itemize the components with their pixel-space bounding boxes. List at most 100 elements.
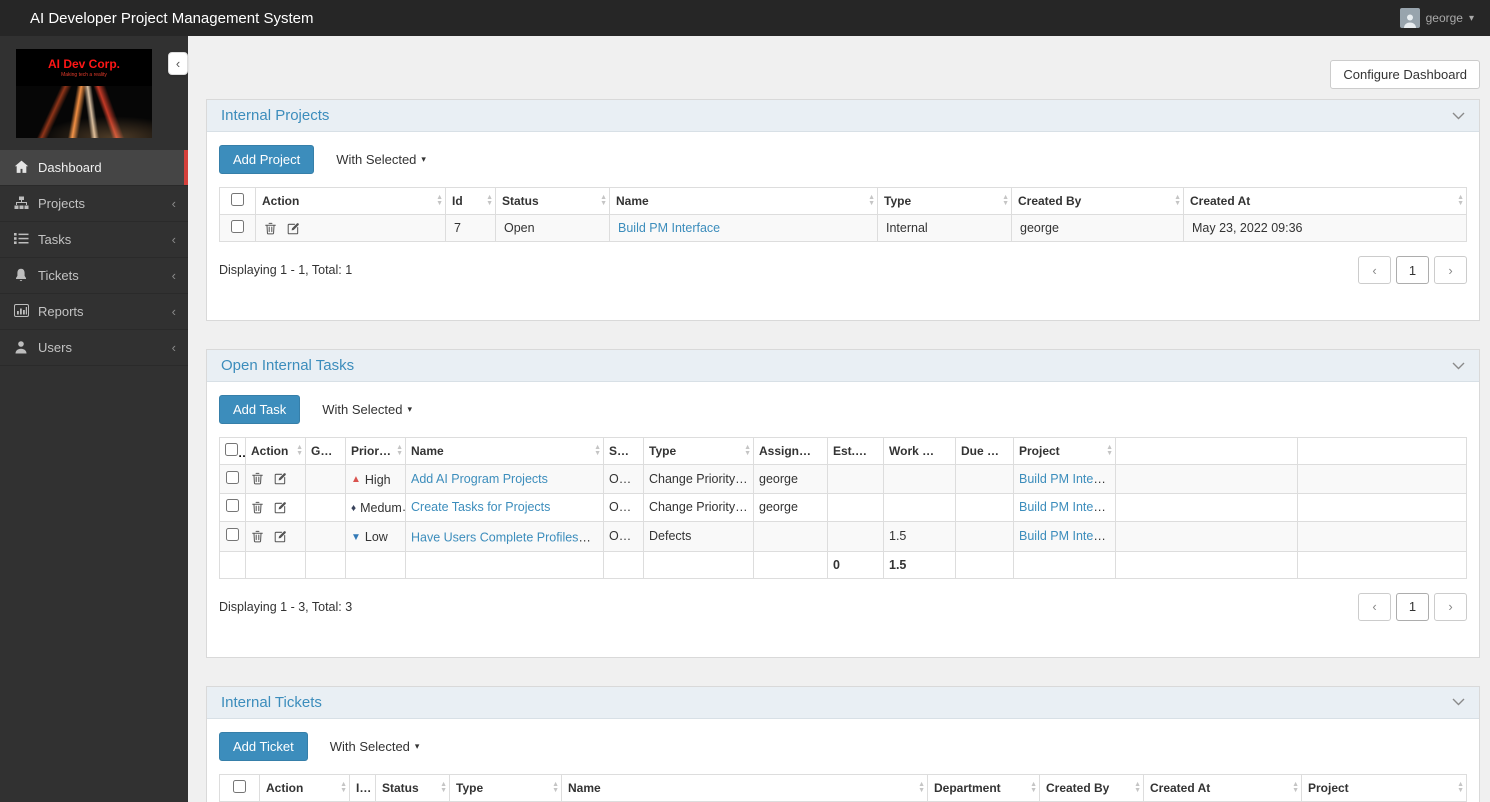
task-name-link[interactable]: Have Users Complete Profiles <box>411 531 591 545</box>
sort-icon[interactable]: ▲ ▼ <box>868 194 875 207</box>
table-header-row: Action ▲ ▼ Id ▲ ▼ Status ▲ ▼ Name ▲ ▼ Type ▲ ▼ Cre… <box>219 187 1467 215</box>
sort-icon[interactable]: ▲ ▼ <box>1030 781 1037 794</box>
logo-title: AI Dev Corp. <box>47 57 120 71</box>
cell-assigned-to <box>753 521 828 552</box>
tasks-table: Action ▲ ▼ Group Priority ▲ ▼ Name ▲ ▼ Status … <box>219 437 1467 579</box>
result-summary: Displaying 1 - 3, Total: 3 <box>219 599 353 614</box>
row-checkbox[interactable] <box>226 528 239 542</box>
cell-status: Open <box>603 492 644 522</box>
sidebar-item-label: Projects <box>38 196 85 211</box>
sort-icon[interactable]: ▲ ▼ <box>594 444 601 457</box>
sitemap-icon <box>14 196 29 211</box>
delete-button[interactable] <box>251 472 264 485</box>
add-task-button[interactable]: Add Task <box>219 395 301 424</box>
add-ticket-button[interactable]: Add Ticket <box>219 731 308 761</box>
project-link[interactable]: Build PM Interface <box>1019 500 1115 514</box>
pagination: ‹ 1 › <box>1358 256 1467 284</box>
edit-button[interactable] <box>287 222 300 235</box>
with-selected-dropdown[interactable]: With Selected ▾ <box>322 402 412 417</box>
row-checkbox[interactable] <box>226 470 239 484</box>
sort-icon[interactable]: ▲ ▼ <box>1106 444 1113 457</box>
task-name-link[interactable]: Create Tasks for Projects <box>411 500 550 514</box>
next-page-button[interactable]: › <box>1434 256 1467 284</box>
with-selected-label: With Selected <box>329 738 410 754</box>
cell-empty <box>1115 464 1298 494</box>
open-internal-tasks-header[interactable]: Open Internal Tasks <box>207 350 1479 382</box>
select-all-checkbox[interactable] <box>231 193 244 206</box>
result-summary: Displaying 1 - 1, Total: 1 <box>219 263 353 277</box>
sort-icon[interactable]: ▲ ▼ <box>600 194 607 207</box>
cell-status: Open <box>603 464 644 494</box>
delete-button[interactable] <box>251 501 264 514</box>
sort-icon[interactable]: ▲ ▼ <box>1457 194 1464 207</box>
project-name-link[interactable]: Build PM Interface <box>618 221 720 235</box>
sort-icon[interactable]: ▲ ▼ <box>552 781 559 794</box>
sidebar-item-projects[interactable]: Projects ‹ <box>0 186 188 222</box>
row-checkbox[interactable] <box>226 499 239 513</box>
chevron-down-icon[interactable] <box>1452 698 1465 706</box>
column-header-name: Name ▲ ▼ <box>405 437 604 465</box>
user-menu[interactable]: george ▾ <box>1399 8 1490 28</box>
configure-dashboard-button[interactable]: Configure Dashboard <box>1330 60 1480 89</box>
user-icon <box>14 340 29 355</box>
table-row: ♦ Medum Create Tasks for Projects Open Ch… <box>219 492 1467 522</box>
cell-est-time <box>827 464 884 494</box>
sort-icon[interactable]: ▲ ▼ <box>486 194 493 207</box>
sort-icon[interactable]: ▲ ▼ <box>1292 781 1299 794</box>
sort-icon[interactable]: ▲ ▼ <box>1002 194 1009 207</box>
internal-projects-header[interactable]: Internal Projects <box>207 100 1479 132</box>
prev-page-button[interactable]: ‹ <box>1358 592 1391 621</box>
sort-icon[interactable]: ▲ ▼ <box>1457 781 1464 794</box>
edit-button[interactable] <box>274 530 287 543</box>
edit-button[interactable] <box>274 472 287 485</box>
edit-button[interactable] <box>274 501 287 514</box>
sort-icon[interactable]: ▲ ▼ <box>340 781 347 794</box>
next-page-button[interactable]: › <box>1434 592 1467 621</box>
sort-icon[interactable]: ▲ ▼ <box>396 444 403 457</box>
column-header-department: Department ▲ ▼ <box>927 773 1040 802</box>
with-selected-label: With Selected <box>322 402 403 417</box>
panel-title: Internal Projects <box>221 107 330 124</box>
add-project-button[interactable]: Add Project <box>219 145 315 174</box>
project-link[interactable]: Build PM Interface <box>1019 472 1115 486</box>
select-all-checkbox[interactable] <box>225 443 238 456</box>
column-header-type: Type ▲ ▼ <box>643 437 754 465</box>
select-all-checkbox[interactable] <box>233 779 246 793</box>
internal-tickets-header[interactable]: Internal Tickets <box>207 686 1479 719</box>
cell-type: Defects <box>643 521 754 552</box>
sort-icon[interactable]: ▲ ▼ <box>1134 781 1141 794</box>
chevron-down-icon[interactable] <box>1452 362 1465 370</box>
cell-created-by: george <box>1011 214 1184 242</box>
sort-icon[interactable]: ▲ ▼ <box>1174 194 1181 207</box>
with-selected-dropdown[interactable]: With Selected ▾ <box>330 739 420 754</box>
chevron-down-icon[interactable] <box>1452 112 1465 120</box>
table-row: ▼Low Have Users Complete Profilesgeorge … <box>219 521 1467 552</box>
row-checkbox[interactable] <box>231 220 244 233</box>
with-selected-dropdown[interactable]: With Selected ▾ <box>336 152 426 167</box>
sidebar-item-users[interactable]: Users ‹ <box>0 330 188 366</box>
caret-down-icon: ▾ <box>421 154 426 164</box>
sort-icon[interactable]: ▲ ▼ <box>744 444 751 457</box>
cell-group <box>305 464 346 494</box>
page-button[interactable]: 1 <box>1396 256 1429 284</box>
task-name-link[interactable]: Add AI Program Projects <box>411 472 548 486</box>
sort-icon[interactable]: ▲ ▼ <box>918 781 925 794</box>
column-header-group: Group <box>305 437 346 465</box>
panel-title: Internal Tickets <box>221 693 322 711</box>
prev-page-button[interactable]: ‹ <box>1358 256 1391 284</box>
project-link[interactable]: Build PM Interface <box>1019 529 1115 543</box>
sort-icon[interactable]: ▲ ▼ <box>440 781 447 794</box>
cell-est-time <box>827 521 884 552</box>
cell-empty <box>1115 521 1298 552</box>
sidebar-item-reports[interactable]: Reports ‹ <box>0 294 188 330</box>
sidebar-item-tasks[interactable]: Tasks ‹ <box>0 222 188 258</box>
page-button[interactable]: 1 <box>1396 592 1429 621</box>
sidebar-item-tickets[interactable]: Tickets ‹ <box>0 258 188 294</box>
delete-button[interactable] <box>264 222 277 235</box>
sort-icon[interactable]: ▲ ▼ <box>296 444 303 457</box>
sidebar-item-dashboard[interactable]: Dashboard <box>0 150 188 186</box>
sidebar-collapse-button[interactable]: ‹ <box>168 52 188 75</box>
sort-icon[interactable]: ▲ ▼ <box>436 194 443 207</box>
delete-button[interactable] <box>251 530 264 543</box>
column-header-type: Type ▲ ▼ <box>449 773 562 802</box>
